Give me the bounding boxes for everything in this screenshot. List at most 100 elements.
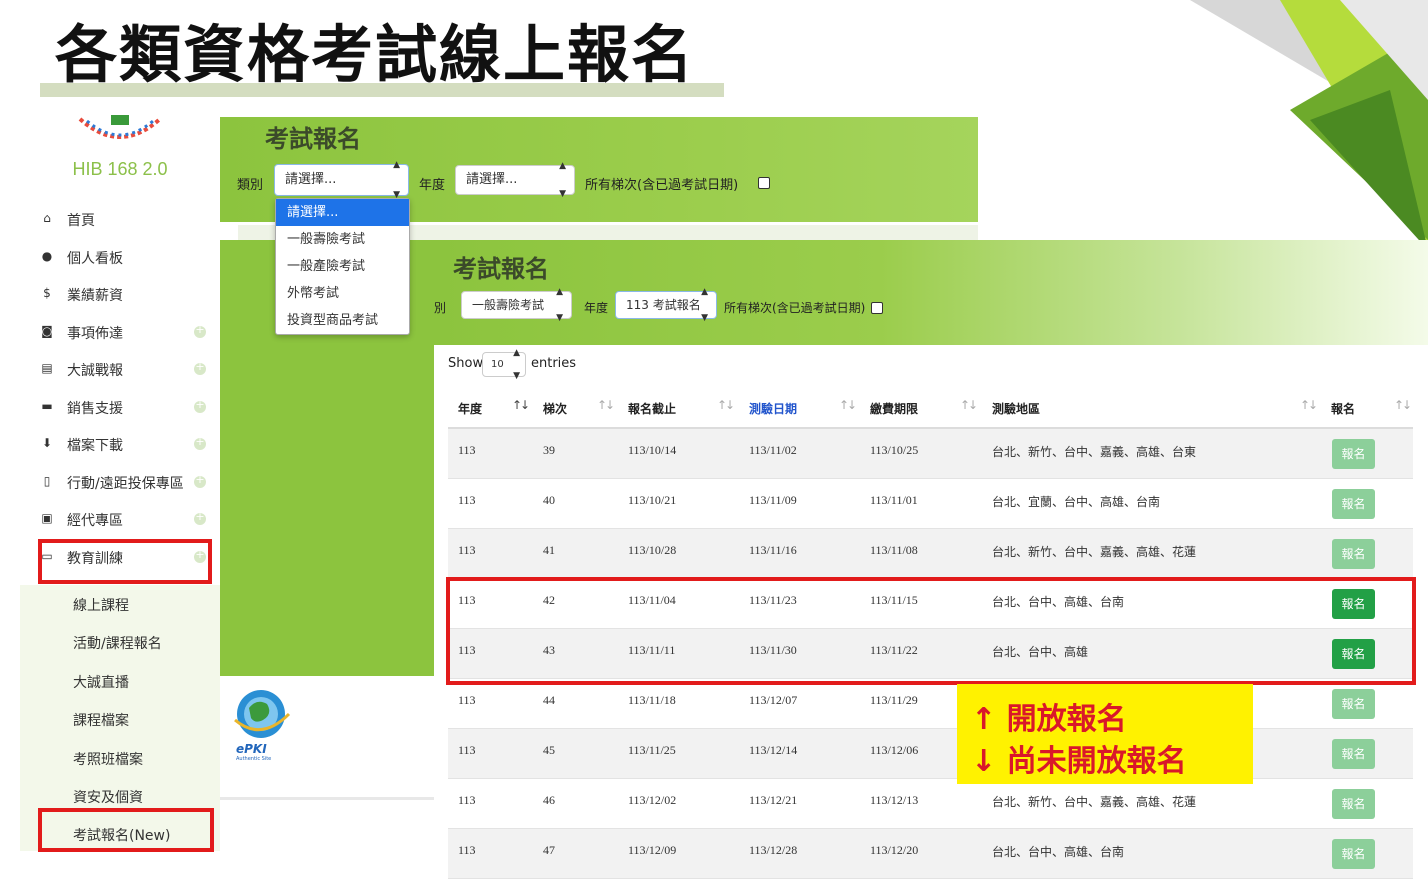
year-label: 年度 [584,301,609,315]
category-label: 別 [434,301,447,315]
column-header[interactable]: 測驗地區 [992,400,1040,417]
category-select-value: 一般壽險考試 [472,298,545,312]
note-not-open-text: ↓ 尚未開放報名 [971,744,1187,779]
page-size-select[interactable]: 10 ▲ ▼ [482,348,526,381]
sort-icon[interactable]: ↑↓ [839,398,857,412]
register-button[interactable]: 報名 [1332,689,1375,719]
all-sessions-checkbox[interactable] [758,177,770,189]
sidebar-item-label: 首頁 [67,213,95,229]
select-caret-icon: ▲ ▼ [559,161,566,199]
cell-pay-due: 113/11/01 [870,493,918,507]
cell-deadline: 113/10/28 [628,543,677,557]
register-button[interactable]: 報名 [1332,739,1375,769]
cell-deadline: 113/10/14 [628,443,677,457]
cell-area: 台北、新竹、台中、嘉義、高雄、台東 [992,445,1197,459]
dropdown-option[interactable]: 請選擇... [276,199,409,226]
register-button[interactable]: 報名 [1332,539,1375,569]
register-button[interactable]: 報名 [1332,789,1375,819]
dropdown-option[interactable]: 外幣考試 [276,280,409,307]
cell-year: 113 [458,443,476,457]
cell-year: 113 [458,843,476,857]
dropdown-option[interactable]: 投資型商品考試 [276,307,409,334]
column-header[interactable]: 測驗日期 [749,400,797,417]
exam-panel-selected: 考試報名 別 一般壽險考試 ▲ ▼ 年度 113 考試報名 ▲ ▼ 所有梯次(含已過… [434,240,1428,345]
category-dropdown-menu: 請選擇... 一般壽險考試 一般產險考試 外幣考試 投資型商品考試 [275,198,410,335]
sort-icon[interactable]: ↑↓ [597,398,615,412]
sidebar-item-1[interactable]: ⌂ 首頁 [20,205,220,235]
column-header[interactable]: 報名截止 [628,400,676,417]
cell-year: 113 [458,493,476,507]
cell-deadline: 113/11/25 [628,743,676,757]
cell-year: 113 [458,793,476,807]
cell-area: 台北、新竹、台中、嘉義、高雄、花蓮 [992,795,1197,809]
mobile-icon: ▯ [43,474,51,488]
select-caret-icon: ▲ ▼ [556,287,563,323]
column-header[interactable]: 繳費期限 [870,400,918,417]
select-caret-icon: ▲ ▼ [513,347,520,381]
category-label: 類別 [237,178,264,193]
sidebar-item-label: 行動/遠距投保專區 [67,476,184,492]
all-sessions-label: 所有梯次(含已過考試日期) [724,301,866,315]
expand-plus-icon[interactable] [194,323,206,338]
briefcase-icon: ▬ [41,399,53,413]
expand-plus-icon[interactable] [194,360,206,375]
cell-session: 41 [543,543,555,557]
column-header[interactable]: 梯次 [543,400,567,417]
expand-plus-icon[interactable] [194,398,206,413]
expand-plus-icon[interactable] [194,473,206,488]
sidebar-item-7[interactable]: ⬇ 檔案下載 [20,430,220,460]
sort-icon[interactable]: ↑↓ [512,398,530,412]
dropdown-option[interactable]: 一般壽險考試 [276,226,409,253]
cell-exam-date: 113/11/02 [749,443,797,457]
sidebar-item-5[interactable]: ▤ 大誠戰報 [20,355,220,385]
sidebar-item-9[interactable]: ▣ 經代專區 [20,505,220,535]
category-select-value: 請選擇... [285,172,337,187]
sidebar-item-label: 個人看板 [67,251,123,267]
submenu-item[interactable]: 考照班檔案 [73,749,143,769]
submenu-item[interactable]: 活動/課程報名 [73,633,162,653]
cell-exam-date: 113/11/09 [749,493,797,507]
cell-deadline: 113/12/02 [628,793,677,807]
cell-exam-date: 113/11/16 [749,543,797,557]
footer-divider [220,797,434,800]
sidebar-item-label: 事項佈達 [67,326,123,342]
submenu-item[interactable]: 大誠直播 [73,672,129,692]
sidebar-item-6[interactable]: ▬ 銷售支援 [20,393,220,423]
highlight-exam-signup-menu [38,808,214,852]
submenu-item[interactable]: 資安及個資 [73,787,143,807]
register-button[interactable]: 報名 [1332,839,1375,869]
dollar-icon: $ [43,286,51,300]
expand-plus-icon[interactable] [194,510,206,525]
sort-icon[interactable]: ↑↓ [717,398,735,412]
camera-icon: ◙ [41,324,53,338]
sidebar-item-2[interactable]: ● 個人看板 [20,243,220,273]
cell-deadline: 113/10/21 [628,493,677,507]
sort-icon[interactable]: ↑↓ [960,398,978,412]
table-row: 113 46 113/12/02 113/12/21 113/12/13 台北、新竹、台中… [448,779,1413,829]
sidebar-item-4[interactable]: ◙ 事項佈達 [20,318,220,348]
cell-session: 45 [543,743,555,757]
sort-icon[interactable]: ↑↓ [1394,398,1412,412]
year-select[interactable]: 113 考試報名 ▲ ▼ [615,287,717,323]
show-label: Show [448,356,484,371]
submenu-item[interactable]: 線上課程 [73,595,129,615]
submenu-item[interactable]: 課程檔案 [73,710,129,730]
register-button[interactable]: 報名 [1332,489,1375,519]
sidebar-item-8[interactable]: ▯ 行動/遠距投保專區 [20,468,220,498]
all-sessions-checkbox[interactable] [871,302,883,314]
legend-note: ↑ 開放報名 ↓ 尚未開放報名 [957,684,1253,784]
cell-year: 113 [458,543,476,557]
expand-plus-icon[interactable] [194,435,206,450]
category-select[interactable]: 請選擇... ▲ ▼ [274,160,409,200]
sidebar-item-3[interactable]: $ 業績薪資 [20,280,220,310]
sort-icon[interactable]: ↑↓ [1300,398,1318,412]
dropdown-option[interactable]: 一般產險考試 [276,253,409,280]
epki-badge-subtext: Authentic Site [236,756,272,762]
column-header[interactable]: 報名 [1331,400,1355,417]
cell-year: 113 [458,693,476,707]
register-button[interactable]: 報名 [1332,439,1375,469]
category-select[interactable]: 一般壽險考試 ▲ ▼ [461,287,572,323]
column-header[interactable]: 年度 [458,400,482,417]
year-select[interactable]: 請選擇... ▲ ▼ [455,161,575,199]
cell-exam-date: 113/12/28 [749,843,798,857]
